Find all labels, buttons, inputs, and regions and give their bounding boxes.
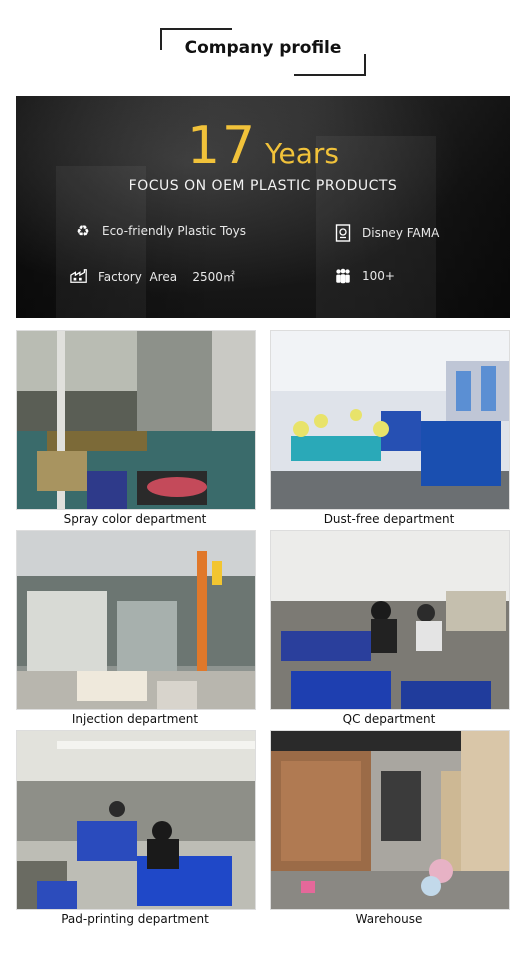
pad-printing-scene — [17, 731, 255, 909]
feature-label: Eco-friendly Plastic Toys — [102, 224, 247, 238]
photo-injection — [16, 530, 256, 710]
feature-factory-area: Factory Area 2500㎡ — [70, 267, 235, 285]
caption-pad-printing: Pad-printing department — [61, 912, 209, 926]
caption-dust-free: Dust-free department — [323, 512, 455, 526]
photo-pad-printing — [16, 730, 256, 910]
qc-scene — [271, 531, 509, 709]
photo-spray-color — [16, 330, 256, 510]
banner-tagline: FOCUS ON OEM PLASTIC PRODUCTS — [128, 178, 398, 194]
feature-label: Disney FAMA — [362, 226, 440, 240]
section-title-frame: Company profile — [160, 28, 366, 76]
feature-disney-fama: Disney FAMA — [334, 224, 439, 242]
photo-warehouse — [270, 730, 510, 910]
caption-qc: QC department — [342, 712, 436, 726]
caption-injection: Injection department — [71, 712, 199, 726]
photo-dust-free — [270, 330, 510, 510]
caption-spray-color: Spray color department — [63, 512, 207, 526]
page-title: Company profile — [184, 38, 342, 58]
photo-qc — [270, 530, 510, 710]
feature-label: Factory Area 2500㎡ — [98, 269, 235, 284]
recycle-icon: ♻ — [76, 222, 90, 240]
factory-icon — [70, 267, 88, 285]
feature-eco-toys: ♻ Eco-friendly Plastic Toys — [74, 222, 246, 240]
caption-warehouse: Warehouse — [355, 912, 423, 926]
years-heading: 17 Years — [16, 116, 510, 176]
dust-free-scene — [271, 331, 509, 509]
feature-employees: 100+ — [334, 267, 395, 285]
spray-color-scene — [17, 331, 255, 509]
feature-label: 100+ — [362, 269, 395, 283]
company-banner: 17 Years FOCUS ON OEM PLASTIC PRODUCTS ♻ … — [16, 96, 510, 318]
years-number: 17 — [186, 116, 258, 176]
years-word: Years — [265, 137, 340, 170]
people-icon — [334, 267, 352, 285]
injection-scene — [17, 531, 255, 709]
warehouse-scene — [271, 731, 509, 909]
certificate-icon — [334, 224, 352, 242]
